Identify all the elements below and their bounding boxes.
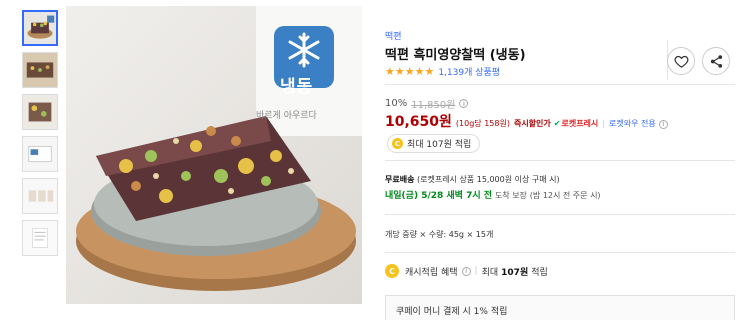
- coin-icon: C: [392, 138, 403, 149]
- divider-4: [385, 252, 735, 253]
- free-shipping-label: 무료배송: [385, 175, 415, 184]
- thumbnail-3[interactable]: [22, 94, 58, 130]
- image-badge-frozen: 냉동: [280, 77, 314, 97]
- info-icon[interactable]: i: [461, 266, 471, 276]
- divider-1: [385, 84, 735, 85]
- thumbnail-4[interactable]: [22, 136, 58, 172]
- discount-rate: 10%: [385, 98, 408, 109]
- arrival-note: (밤 12시 전 주문 시): [529, 191, 601, 200]
- review-count-link[interactable]: 1,139개 상품평: [438, 65, 500, 78]
- free-shipping-row: 무료배송 (로켓프레시 상품 15,000원 이상 구매 시): [385, 174, 560, 185]
- coupay-text: 쿠페이 머니 결제 시 1% 적립: [396, 307, 508, 317]
- thumbnail-6[interactable]: [22, 220, 58, 256]
- free-shipping-condition: (로켓프레시 상품 15,000원 이상 구매 시): [417, 175, 560, 184]
- divider-2: [385, 160, 735, 161]
- coin-icon: C: [385, 264, 399, 278]
- brand-link[interactable]: 떡편: [385, 29, 402, 42]
- coupay-box: 쿠페이 머니 결제 시 1% 적립: [385, 295, 735, 320]
- share-button[interactable]: [702, 47, 730, 75]
- snowflake-icon: [288, 32, 320, 68]
- cash-separator: |: [474, 266, 478, 276]
- sale-price: 10,650원: [385, 114, 452, 130]
- unit-price: (10g당 158원): [455, 119, 510, 128]
- cash-reward-label: 캐시적립 혜택: [405, 267, 458, 278]
- info-icon[interactable]: i: [658, 119, 668, 129]
- image-box-text: 바르게 아우르다: [256, 111, 317, 121]
- cash-value-suffix: 적립: [531, 267, 548, 278]
- discount-row: 10% 11,850원 i: [385, 96, 469, 111]
- thumbnail-5[interactable]: [22, 178, 58, 214]
- rating-row: ★★★★★ 1,139개 상품평: [385, 65, 500, 78]
- rating-stars: ★★★★★: [385, 65, 435, 78]
- cash-value: 107원: [501, 267, 529, 278]
- thumbnail-2[interactable]: [22, 52, 58, 88]
- heart-icon: [674, 55, 688, 68]
- reward-chip: C 최대 107원 적립: [387, 134, 481, 153]
- thumbnail-1[interactable]: [22, 10, 58, 46]
- product-title: 떡편 흑미영양찰떡 (냉동): [385, 48, 526, 63]
- cash-reward-row: C 캐시적립 혜택 i | 최대 107원 적립: [385, 264, 548, 278]
- share-icon: [710, 54, 722, 68]
- instant-discount-label: 즉시할인가: [513, 119, 551, 128]
- rocket-wow-only-label: 로켓와우 전용: [608, 119, 656, 128]
- arrival-date: 내일(금) 5/28 새벽 7시 전: [385, 191, 493, 201]
- thumbnail-list: [22, 10, 60, 262]
- price-row: 10,650원 (10g당 158원) 즉시할인가 ✔ 로켓프레시 | 로켓와우 …: [385, 111, 668, 131]
- arrival-row: 내일(금) 5/28 새벽 7시 전 도착 보장 (밤 12시 전 주문 시): [385, 188, 601, 201]
- rocket-fresh-badge: ✔ 로켓프레시: [553, 119, 599, 128]
- divider-3: [385, 214, 735, 215]
- wishlist-button[interactable]: [667, 47, 695, 75]
- rocket-check-icon: ✔: [553, 119, 561, 128]
- option-spec: 개당 중량 × 수량: 45g × 15개: [385, 230, 494, 239]
- price-separator: |: [602, 119, 605, 128]
- original-price: 11,850원: [411, 100, 456, 111]
- main-product-image: 냉동 바르게 아우르다: [66, 6, 362, 304]
- cash-value-prefix: 최대: [481, 267, 499, 278]
- reward-chip-text: 최대 107원 적립: [407, 140, 472, 150]
- arrival-guarantee: 도착 보장: [494, 191, 527, 200]
- info-icon[interactable]: i: [459, 99, 469, 108]
